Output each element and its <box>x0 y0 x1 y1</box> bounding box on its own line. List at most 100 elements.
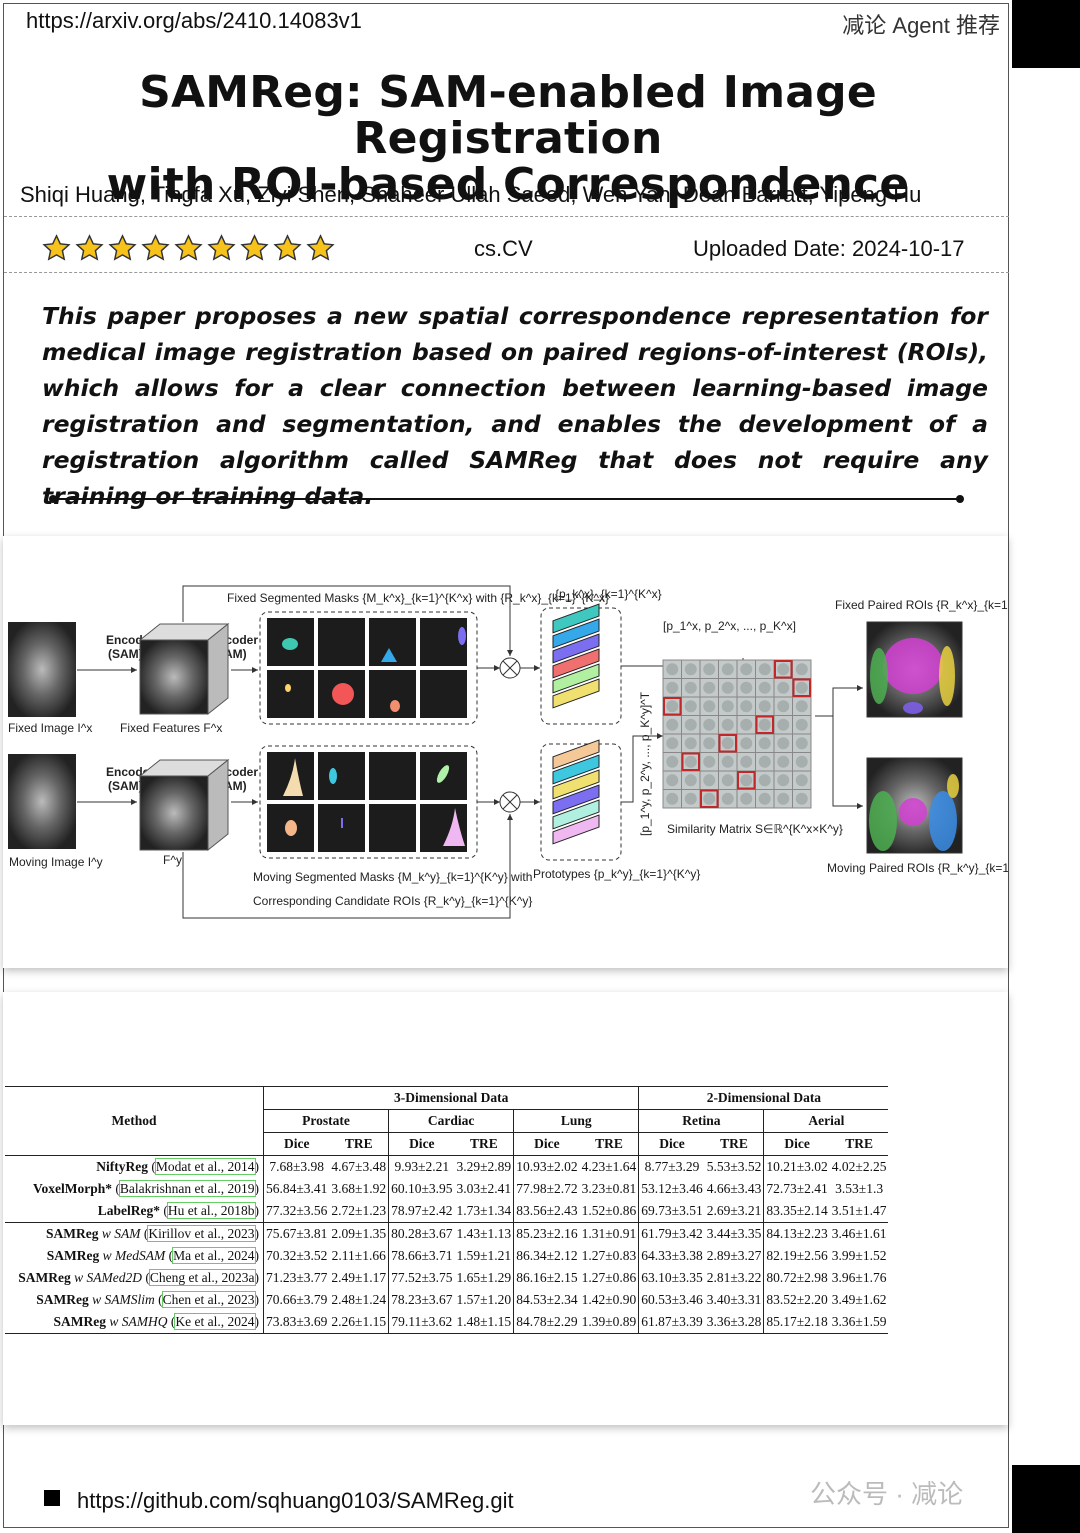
method-cell: NiftyReg (Modat et al., 2014) <box>5 1155 264 1178</box>
fixed-rois-label: Fixed Paired ROIs {R_k^x}_{k=1}^{K} <box>835 598 1008 612</box>
encoder-sub: (SAM) <box>108 647 143 661</box>
value-cell: 1.65±1.29 <box>456 1270 512 1285</box>
value-cell: 3.40±3.31 <box>706 1292 762 1307</box>
matrix-cell-dot <box>703 737 716 750</box>
method-variant: w SAMHQ <box>109 1314 168 1329</box>
matrix-cell-dot <box>740 737 753 750</box>
abstract: This paper proposes a new spatial corres… <box>42 302 988 510</box>
method-variant: w SAMed2D <box>74 1270 143 1285</box>
value-cell: 4.23±1.64 <box>579 1155 639 1178</box>
value-cell: 3.23±0.81 <box>581 1181 637 1196</box>
matrix-cell-dot <box>703 681 716 694</box>
citation-link[interactable]: Chen et al., 2023 <box>161 1291 256 1308</box>
rating-stars <box>42 234 335 263</box>
matrix-cell-dot <box>795 774 808 787</box>
matrix-cell-dot <box>684 774 697 787</box>
table-row: SAMReg w SAMed2D (Cheng et al., 2023a) 71… <box>5 1267 888 1289</box>
method-name: SAMReg <box>46 1248 100 1263</box>
value-cell: 3.46±1.61 <box>829 1222 889 1245</box>
watermark: 公众号 · 减论 <box>810 1479 964 1509</box>
method-name: SAMReg <box>53 1314 107 1329</box>
star-icon <box>207 234 236 261</box>
matrix-cell-dot <box>703 700 716 713</box>
matrix-cell-dot <box>777 737 790 750</box>
value-cell: 60.53±3.46 <box>638 1289 705 1311</box>
value-cell: 64.33±3.38 <box>638 1245 705 1267</box>
matrix-cell-dot <box>666 774 679 787</box>
group-3d-header: 3-Dimensional Data <box>262 1086 639 1110</box>
matrix-cell-dot <box>777 681 790 694</box>
matrix-cell-dot <box>703 792 716 805</box>
citation-link[interactable]: Kirillov et al., 2023 <box>147 1225 256 1242</box>
matrix-cell-dot <box>703 774 716 787</box>
value-cell: 61.79±3.42 <box>638 1222 705 1245</box>
matrix-cell-dot <box>795 681 808 694</box>
star-icon <box>75 234 104 261</box>
dataset-header: Prostate <box>262 1109 389 1133</box>
metric-header: Dice <box>388 1132 455 1156</box>
corner-block <box>1012 0 1080 68</box>
citation-link[interactable]: Cheng et al., 2023a <box>148 1269 256 1286</box>
table-row: VoxelMorph* (Balakrishnan et al., 2019) 5… <box>5 1178 888 1200</box>
moving-prototype-bars <box>552 739 600 845</box>
matrix-cell-dot <box>795 700 808 713</box>
matrix-cell-dot <box>666 718 679 731</box>
citation-link[interactable]: Modat et al., 2014 <box>154 1158 256 1175</box>
figure-svg: Fixed Image I^x Moving Image I^y Encoder… <box>8 585 1035 919</box>
star-icon <box>240 234 269 261</box>
matrix-cell-dot <box>777 792 790 805</box>
metric-header: TRE <box>469 1136 498 1151</box>
metric-header: TRE <box>595 1136 623 1151</box>
moving-image-label: Moving Image I^y <box>9 855 103 869</box>
value-cell: 84.13±2.23 <box>763 1222 830 1245</box>
table-row: NiftyReg (Modat et al., 2014) 7.68±3.98 4.… <box>5 1155 889 1178</box>
star-icon <box>174 234 203 261</box>
dataset-header: Retina <box>638 1109 764 1133</box>
citation-link[interactable]: Ma et al., 2024 <box>172 1247 256 1264</box>
value-cell: 10.21±3.02 <box>763 1155 830 1178</box>
matrix-cell-dot <box>684 718 697 731</box>
arxiv-url[interactable]: https://arxiv.org/abs/2410.14083v1 <box>26 8 362 34</box>
citation-link[interactable]: Hu et al., 2018b <box>166 1202 256 1219</box>
matrix-cell-dot <box>758 737 771 750</box>
value-cell: 77.98±2.72 <box>513 1178 580 1200</box>
value-cell: 4.66±3.43 <box>706 1181 762 1196</box>
value-cell: 1.43±1.13 <box>454 1222 514 1245</box>
value-cell: 77.32±3.56 <box>263 1200 330 1223</box>
value-cell: 77.52±3.75 <box>388 1267 455 1289</box>
fixed-mask-tiles <box>267 618 467 718</box>
category: cs.CV <box>474 236 533 261</box>
moving-mask-tiles <box>267 752 467 852</box>
matrix-cell-dot <box>703 718 716 731</box>
matrix-cell-dot <box>777 718 790 731</box>
value-cell: 3.29±2.89 <box>454 1155 514 1178</box>
corner-block <box>1012 1465 1080 1533</box>
method-cell: SAMReg w SAMed2D (Cheng et al., 2023a) <box>18 1269 259 1286</box>
matrix-cell-dot <box>758 792 771 805</box>
citation-link[interactable]: Ke et al., 2024 <box>174 1313 256 1330</box>
value-cell: 3.03±2.41 <box>456 1181 512 1196</box>
matrix-cell-dot <box>721 700 734 713</box>
matrix-cell-dot <box>795 737 808 750</box>
github-link[interactable]: https://github.com/sqhuang0103/SAMReg.gi… <box>77 1488 514 1514</box>
matrix-cell-dot <box>684 681 697 694</box>
method-name: VoxelMorph* <box>33 1181 113 1196</box>
matrix-cell-dot <box>758 681 771 694</box>
matrix-cell-dot <box>777 774 790 787</box>
matrix-cell-dot <box>721 663 734 676</box>
value-cell: 70.32±3.52 <box>263 1245 330 1267</box>
value-cell: 7.68±3.98 <box>263 1155 330 1178</box>
value-cell: 9.93±2.21 <box>388 1155 455 1178</box>
dataset-header: Aerial <box>763 1109 889 1133</box>
metric-header: TRE <box>845 1136 874 1151</box>
column-vector-label: [p_1^y, p_2^y, ..., p_K^y]^T <box>638 691 652 836</box>
title-line-1: SAMReg: SAM-enabled Image Registration <box>139 67 877 164</box>
fixed-masks-label: Fixed Segmented Masks {M_k^x}_{k=1}^{K^x… <box>227 591 609 605</box>
value-cell: 71.23±3.77 <box>263 1267 330 1289</box>
citation-link[interactable]: Balakrishnan et al., 2019 <box>118 1180 256 1197</box>
matrix-cell-dot <box>666 681 679 694</box>
value-cell: 56.84±3.41 <box>263 1178 330 1200</box>
value-cell: 83.35±2.14 <box>763 1200 830 1223</box>
matrix-cell-dot <box>795 755 808 768</box>
method-header: Method <box>5 1086 264 1156</box>
